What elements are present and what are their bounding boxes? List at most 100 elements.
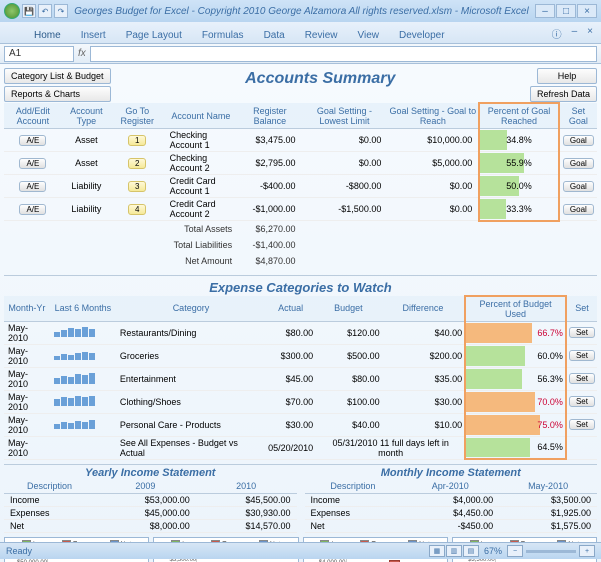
account-type: Asset xyxy=(62,129,111,152)
add-edit-button[interactable]: A/E xyxy=(19,181,46,192)
sparkline xyxy=(54,396,114,408)
tab-data[interactable]: Data xyxy=(260,28,289,43)
statement-row: Income$53,000.00$45,500.00 xyxy=(4,494,297,507)
set-button[interactable]: Set xyxy=(569,327,595,338)
zoom-slider[interactable] xyxy=(526,550,576,553)
expense-month: May-2010 xyxy=(4,321,50,344)
fx-icon[interactable]: fx xyxy=(78,48,86,59)
yearly-income-statement: Yearly Income Statement Description20092… xyxy=(4,467,297,533)
set-goal-button[interactable]: Goal xyxy=(563,135,594,146)
accounts-header: Account Type xyxy=(62,103,111,129)
percent-goal-cell: 50.0% xyxy=(479,175,558,198)
expense-diff: $200.00 xyxy=(382,344,466,367)
sparkline xyxy=(54,327,114,339)
expense-header: Category xyxy=(116,296,266,322)
statement-header: 2010 xyxy=(196,479,297,494)
account-row: A/E Asset 1 Checking Account 1 $3,475.00… xyxy=(4,129,597,152)
tab-formulas[interactable]: Formulas xyxy=(198,28,248,43)
view-break-icon[interactable]: ▤ xyxy=(463,545,479,557)
formula-bar[interactable] xyxy=(90,46,597,62)
zoom-out-button[interactable]: − xyxy=(507,545,523,557)
expense-budget: $100.00 xyxy=(315,390,382,413)
office-button[interactable] xyxy=(4,3,20,19)
set-goal-button[interactable]: Goal xyxy=(563,181,594,192)
percent-goal-cell: 55.9% xyxy=(479,152,558,175)
add-edit-button[interactable]: A/E xyxy=(19,158,46,169)
sparkline xyxy=(54,419,114,431)
tab-view[interactable]: View xyxy=(353,28,383,43)
add-edit-button[interactable]: A/E xyxy=(19,204,46,215)
set-button[interactable]: Set xyxy=(569,396,595,407)
minimize-button[interactable]: – xyxy=(535,4,555,18)
help-button[interactable]: Help xyxy=(537,68,597,84)
account-name: Credit Card Account 1 xyxy=(164,175,239,198)
percent-goal-cell: 34.8% xyxy=(479,129,558,152)
percent-budget-cell: 70.0% xyxy=(465,390,566,413)
expense-row: May-2010 Personal Care - Products $30.00… xyxy=(4,413,597,436)
account-type: Liability xyxy=(62,198,111,221)
set-button[interactable]: Set xyxy=(569,350,595,361)
expense-category: Entertainment xyxy=(116,367,266,390)
ribbon-min-icon[interactable]: – xyxy=(568,24,582,43)
expense-budget: $120.00 xyxy=(315,321,382,344)
go-register-button[interactable]: 1 xyxy=(128,135,146,146)
ribbon-close-icon[interactable]: × xyxy=(583,24,597,43)
maximize-button[interactable]: □ xyxy=(556,4,576,18)
expense-row: May-2010 Entertainment $45.00 $80.00$35.… xyxy=(4,367,597,390)
go-register-button[interactable]: 4 xyxy=(128,204,146,215)
account-name: Checking Account 2 xyxy=(164,152,239,175)
tab-developer[interactable]: Developer xyxy=(395,28,449,43)
tab-review[interactable]: Review xyxy=(301,28,342,43)
statement-header: Description xyxy=(4,479,95,494)
monthly-title: Monthly Income Statement xyxy=(305,467,598,479)
register-balance: -$400.00 xyxy=(238,175,301,198)
close-button[interactable]: × xyxy=(577,4,597,18)
statement-header: 2009 xyxy=(95,479,196,494)
qat-redo-icon[interactable]: ↷ xyxy=(54,4,68,18)
monthly-income-statement: Monthly Income Statement DescriptionApr-… xyxy=(305,467,598,533)
help-icon[interactable]: ⓘ xyxy=(548,24,566,43)
goal-reach: $5,000.00 xyxy=(387,152,479,175)
accounts-header: Go To Register xyxy=(111,103,164,129)
expense-header: Budget xyxy=(315,296,382,322)
qat-save-icon[interactable]: 💾 xyxy=(22,4,36,18)
set-goal-button[interactable]: Goal xyxy=(563,158,594,169)
view-normal-icon[interactable]: ▦ xyxy=(429,545,445,557)
go-register-button[interactable]: 2 xyxy=(128,158,146,169)
qat-undo-icon[interactable]: ↶ xyxy=(38,4,52,18)
statement-row: Net$8,000.00$14,570.00 xyxy=(4,520,297,533)
tab-page-layout[interactable]: Page Layout xyxy=(122,28,186,43)
go-register-button[interactable]: 3 xyxy=(128,181,146,192)
expense-row: May-2010 Clothing/Shoes $70.00 $100.00$3… xyxy=(4,390,597,413)
accounts-header: Register Balance xyxy=(238,103,301,129)
expense-categories-title: Expense Categories to Watch xyxy=(4,275,597,295)
tab-insert[interactable]: Insert xyxy=(77,28,110,43)
yearly-title: Yearly Income Statement xyxy=(4,467,297,479)
reports-charts-button[interactable]: Reports & Charts xyxy=(4,86,111,102)
category-list-button[interactable]: Category List & Budget xyxy=(4,68,111,84)
register-balance: $2,795.00 xyxy=(238,152,301,175)
set-button[interactable]: Set xyxy=(569,373,595,384)
set-goal-button[interactable]: Goal xyxy=(563,204,594,215)
sparkline xyxy=(54,350,114,362)
quick-access-toolbar: 💾 ↶ ↷ xyxy=(4,3,68,19)
expense-row: May-2010 Restaurants/Dining $80.00 $120.… xyxy=(4,321,597,344)
account-name: Credit Card Account 2 xyxy=(164,198,239,221)
expense-actual: 05/20/2010 xyxy=(266,436,315,459)
set-button[interactable]: Set xyxy=(569,419,595,430)
titlebar: 💾 ↶ ↷ Georges Budget for Excel - Copyrig… xyxy=(0,0,601,22)
add-edit-button[interactable]: A/E xyxy=(19,135,46,146)
accounts-header: Percent of Goal Reached xyxy=(479,103,558,129)
refresh-data-button[interactable]: Refresh Data xyxy=(530,86,597,102)
statement-row: Income$4,000.00$3,500.00 xyxy=(305,494,598,507)
view-layout-icon[interactable]: ▥ xyxy=(446,545,462,557)
expense-diff: $40.00 xyxy=(382,321,466,344)
status-ready: Ready xyxy=(6,546,32,556)
accounts-header: Goal Setting - Lowest Limit xyxy=(302,103,388,129)
tab-home[interactable]: Home xyxy=(30,28,65,43)
zoom-in-button[interactable]: + xyxy=(579,545,595,557)
name-box[interactable]: A1 xyxy=(4,46,74,62)
expense-actual: $30.00 xyxy=(266,413,315,436)
expense-row: May-2010 Groceries $300.00 $500.00$200.0… xyxy=(4,344,597,367)
expense-category: Clothing/Shoes xyxy=(116,390,266,413)
